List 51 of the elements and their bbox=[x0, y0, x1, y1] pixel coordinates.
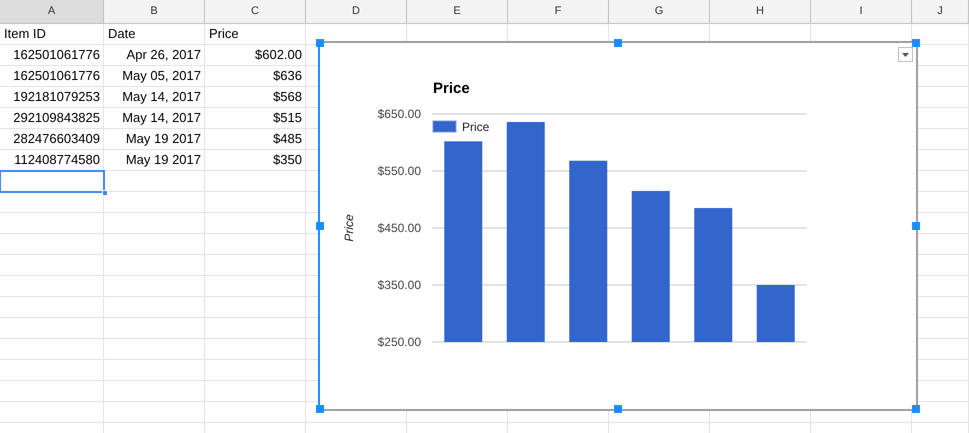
fill-handle[interactable] bbox=[102, 190, 108, 196]
table-cell[interactable]: Item ID bbox=[0, 24, 104, 45]
table-cell[interactable]: $485 bbox=[205, 129, 306, 150]
caret-icon bbox=[902, 52, 909, 56]
resize-handle[interactable] bbox=[316, 405, 324, 413]
axis-label: $250.00 bbox=[378, 335, 421, 349]
chart-menu-button[interactable] bbox=[898, 47, 913, 62]
table-cell[interactable]: May 19 2017 bbox=[104, 150, 205, 171]
table-cell[interactable]: 162501061776 bbox=[0, 45, 104, 66]
resize-handle[interactable] bbox=[912, 405, 920, 413]
table-cell[interactable]: May 14, 2017 bbox=[104, 87, 205, 108]
axis-title: Price bbox=[342, 214, 356, 242]
table-cell[interactable]: $515 bbox=[205, 108, 306, 129]
column-header[interactable]: C bbox=[205, 0, 306, 24]
table-cell[interactable]: $602.00 bbox=[205, 45, 306, 66]
column-header[interactable]: E bbox=[407, 0, 508, 24]
table-cell[interactable]: $568 bbox=[205, 87, 306, 108]
column-header[interactable]: I bbox=[811, 0, 912, 24]
resize-handle[interactable] bbox=[614, 39, 622, 47]
axis-label: $650.00 bbox=[378, 107, 421, 121]
chart-panel[interactable]: Price Price $250.00 $350.00 $450.00 $550.00 $650.00 Price bbox=[318, 41, 918, 411]
chart-title: Price bbox=[433, 80, 470, 97]
table-cell[interactable]: Date bbox=[104, 24, 205, 45]
column-header[interactable]: G bbox=[609, 0, 710, 24]
table-cell[interactable]: Price bbox=[205, 24, 306, 45]
table-cell[interactable]: 192181079253 bbox=[0, 87, 104, 108]
resize-handle[interactable] bbox=[912, 222, 920, 230]
resize-handle[interactable] bbox=[614, 405, 622, 413]
column-header[interactable]: A bbox=[0, 0, 104, 24]
column-header[interactable]: F bbox=[508, 0, 609, 24]
table-cell[interactable]: May 14, 2017 bbox=[104, 108, 205, 129]
table-cell[interactable]: Apr 26, 2017 bbox=[104, 45, 205, 66]
column-header[interactable]: H bbox=[710, 0, 811, 24]
axis-label: $550.00 bbox=[378, 164, 421, 178]
table-cell[interactable]: 282476603409 bbox=[0, 129, 104, 150]
legend-label: Price bbox=[462, 120, 490, 134]
column-header[interactable]: D bbox=[306, 0, 407, 24]
table-cell[interactable]: $350 bbox=[205, 150, 306, 171]
resize-handle[interactable] bbox=[316, 222, 324, 230]
table-cell[interactable]: $636 bbox=[205, 66, 306, 87]
resize-handle[interactable] bbox=[912, 39, 920, 47]
axis-label: $350.00 bbox=[378, 278, 421, 292]
column-header[interactable]: B bbox=[104, 0, 205, 24]
table-cell[interactable]: May 19 2017 bbox=[104, 129, 205, 150]
table-cell[interactable]: 112408774580 bbox=[0, 150, 104, 171]
table-cell[interactable]: 292109843825 bbox=[0, 108, 104, 129]
table-cell[interactable]: May 05, 2017 bbox=[104, 66, 205, 87]
table-cell[interactable]: 162501061776 bbox=[0, 66, 104, 87]
column-header[interactable]: J bbox=[912, 0, 969, 24]
resize-handle[interactable] bbox=[316, 39, 324, 47]
axis-label: $450.00 bbox=[378, 221, 421, 235]
